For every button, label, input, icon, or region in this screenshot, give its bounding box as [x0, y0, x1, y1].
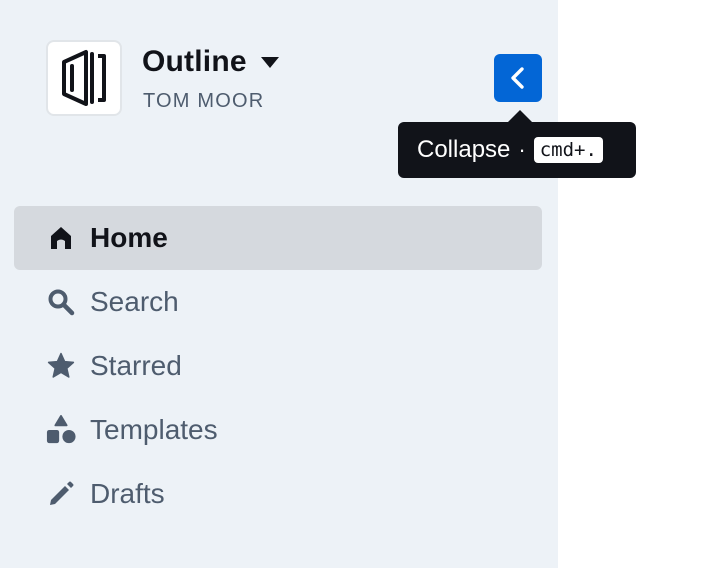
collapse-sidebar-button[interactable]	[494, 54, 542, 102]
outline-logo-icon	[62, 50, 106, 106]
home-icon	[46, 223, 76, 253]
main-content	[558, 0, 720, 568]
search-icon	[46, 287, 76, 317]
sidebar-item-templates[interactable]: Templates	[14, 398, 542, 462]
keyboard-shortcut: cmd+.	[533, 137, 603, 163]
user-name: TOM MOOR	[143, 90, 265, 112]
team-name: Outline	[142, 45, 247, 78]
tooltip-label: Collapse	[417, 136, 511, 163]
pencil-icon	[46, 479, 76, 509]
collapse-tooltip: Collapse · cmd+.	[398, 122, 636, 178]
sidebar-item-label: Drafts	[90, 478, 165, 509]
team-logo[interactable]	[46, 40, 122, 116]
star-icon	[46, 351, 76, 381]
sidebar-item-home[interactable]: Home	[14, 206, 542, 270]
sidebar-item-starred[interactable]: Starred	[14, 334, 542, 398]
team-switcher[interactable]: Outline	[142, 42, 279, 82]
chevron-left-icon	[511, 67, 524, 89]
sidebar-item-label: Templates	[90, 414, 218, 445]
sidebar-item-label: Home	[90, 222, 168, 253]
tooltip-separator: ·	[518, 137, 526, 162]
sidebar: Outline TOM MOOR Home Search Starred Tem…	[0, 0, 558, 568]
sidebar-item-label: Search	[90, 286, 179, 317]
sidebar-item-label: Starred	[90, 350, 182, 381]
sidebar-item-search[interactable]: Search	[14, 270, 542, 334]
sidebar-nav: Home Search Starred Templates Drafts	[14, 206, 542, 526]
caret-down-icon	[260, 56, 279, 68]
shapes-icon	[46, 415, 76, 445]
sidebar-item-drafts[interactable]: Drafts	[14, 462, 542, 526]
tooltip-arrow	[508, 110, 532, 122]
